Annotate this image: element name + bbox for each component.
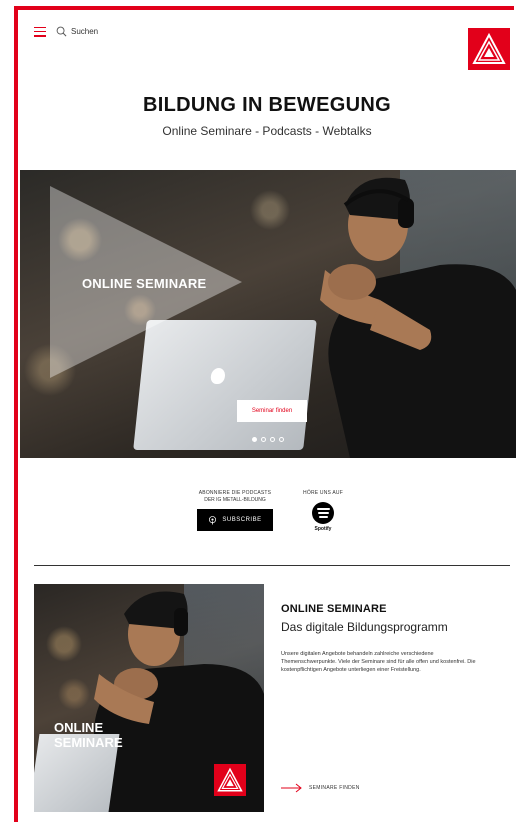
slider-dot-3[interactable] bbox=[270, 437, 275, 442]
card-image-title-line2: SEMINARE bbox=[54, 735, 123, 750]
top-bar: Suchen bbox=[34, 26, 98, 37]
spotify-heading: HÖRE UNS AUF bbox=[303, 490, 343, 496]
section-title: ONLINE SEMINARE bbox=[281, 603, 387, 615]
person-image bbox=[320, 177, 516, 458]
page-title: BILDUNG IN BEWEGUNG bbox=[143, 94, 391, 116]
section-subtitle: Das digitale Bildungsprogramm bbox=[281, 620, 448, 634]
search-icon bbox=[56, 26, 67, 37]
slider-pagination bbox=[252, 437, 284, 442]
card-logo bbox=[214, 764, 246, 796]
subscribe-label: SUBSCRIBE bbox=[222, 517, 262, 523]
card-logo-icon bbox=[217, 767, 243, 792]
section-description: Unsere digitalen Angebote behandeln zahl… bbox=[281, 651, 476, 673]
search-button[interactable]: Suchen bbox=[56, 26, 98, 37]
search-label: Suchen bbox=[71, 27, 99, 36]
slider-dot-2[interactable] bbox=[261, 437, 266, 442]
hero-slider[interactable]: ONLINE SEMINARE Seminar finden bbox=[20, 170, 516, 458]
spotify-block: HÖRE UNS AUF Spotify bbox=[300, 490, 346, 532]
arrow-right-icon bbox=[281, 783, 302, 793]
find-seminar-button[interactable]: Seminar finden bbox=[237, 400, 307, 422]
spotify-icon[interactable] bbox=[312, 502, 334, 524]
ig-metall-logo[interactable] bbox=[468, 28, 510, 70]
podcast-heading: ABONNIERE DIE PODCASTS bbox=[198, 490, 272, 496]
find-seminars-link[interactable]: SEMINARE FINDEN bbox=[281, 783, 360, 793]
spotify-label: Spotify bbox=[314, 526, 332, 532]
podcast-subheading: DER IG METALL-BILDUNG bbox=[204, 497, 266, 503]
card-image-title-line1: ONLINE bbox=[54, 720, 104, 735]
page-subtitle: Online Seminare - Podcasts - Webtalks bbox=[162, 124, 372, 138]
frame-top-border bbox=[14, 6, 514, 10]
menu-icon[interactable] bbox=[34, 26, 46, 37]
slider-dot-4[interactable] bbox=[279, 437, 284, 442]
podcast-subscribe-block: ABONNIERE DIE PODCASTS DER IG METALL-BIL… bbox=[190, 490, 280, 531]
slider-dot-1[interactable] bbox=[252, 437, 257, 442]
online-seminare-image[interactable]: ONLINE SEMINARE bbox=[34, 584, 264, 812]
logo-triangle-icon bbox=[472, 32, 506, 64]
slide-title: ONLINE SEMINARE bbox=[82, 276, 207, 291]
podcast-icon bbox=[209, 515, 217, 525]
section-divider bbox=[34, 565, 510, 566]
find-seminars-label: SEMINARE FINDEN bbox=[309, 785, 360, 791]
card-image-title: ONLINE SEMINARE bbox=[54, 720, 134, 750]
subscribe-button[interactable]: SUBSCRIBE bbox=[197, 509, 273, 531]
